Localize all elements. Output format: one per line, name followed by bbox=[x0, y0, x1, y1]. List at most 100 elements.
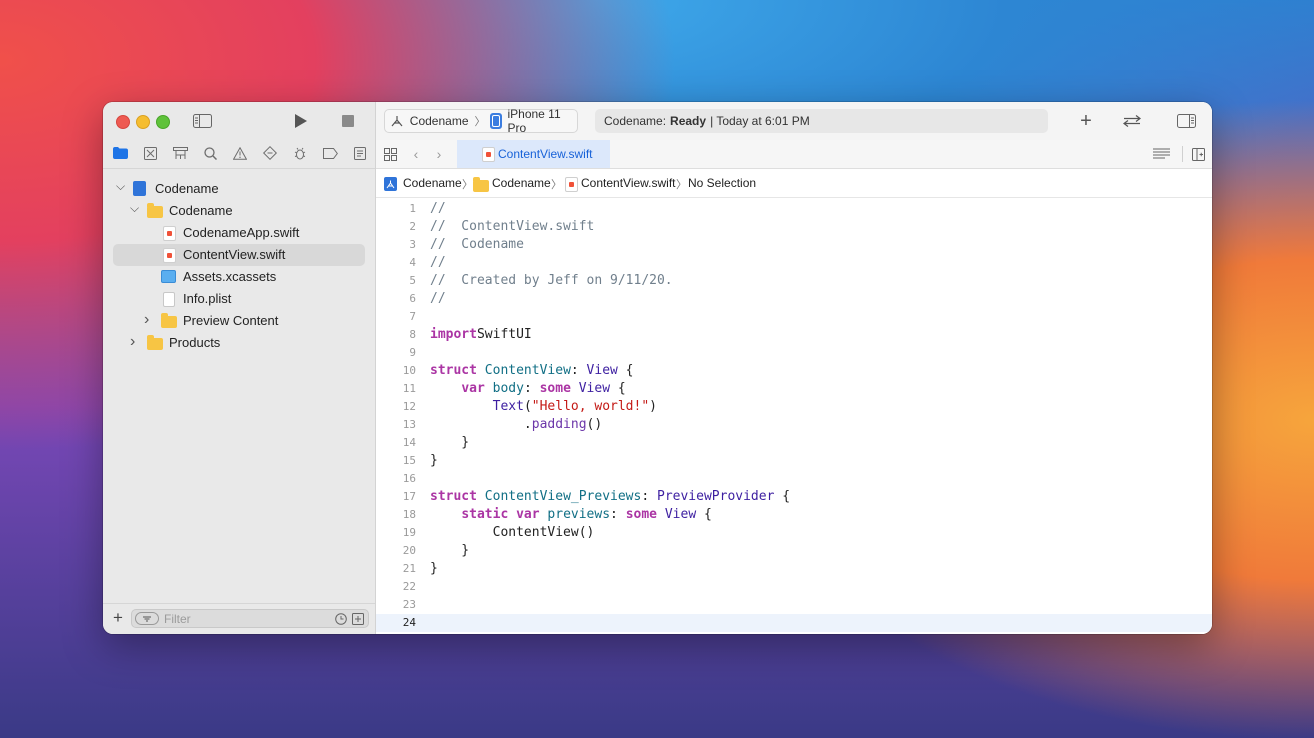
add-editor-icon[interactable] bbox=[1191, 147, 1205, 161]
code-text: } bbox=[430, 543, 470, 558]
line-number: 3 bbox=[409, 238, 416, 251]
code-line[interactable]: 5 // Created by Jeff on 9/11/20. bbox=[376, 272, 1212, 290]
close-button[interactable] bbox=[116, 115, 130, 129]
line-number: 21 bbox=[402, 562, 416, 575]
code-line[interactable]: 9 bbox=[376, 344, 1212, 362]
scheme-name: Codename bbox=[409, 114, 469, 128]
line-number: 8 bbox=[409, 328, 416, 341]
jump-bar-group[interactable]: Codename bbox=[492, 176, 551, 190]
scheme-icon bbox=[390, 115, 405, 128]
line-number: 19 bbox=[402, 526, 416, 539]
debug-navigator-icon[interactable] bbox=[292, 146, 308, 160]
line-number: 10 bbox=[402, 364, 416, 377]
jump-bar-project[interactable]: Codename bbox=[403, 176, 462, 190]
filter-options-icon[interactable] bbox=[135, 612, 159, 625]
code-text: struct ContentView_Previews: PreviewProv… bbox=[430, 489, 791, 504]
report-navigator-icon[interactable] bbox=[352, 146, 368, 160]
code-review-icon[interactable] bbox=[1121, 113, 1143, 129]
code-line[interactable]: 6 // bbox=[376, 290, 1212, 308]
breakpoint-navigator-icon[interactable] bbox=[322, 146, 338, 160]
xcode-window: ⌵ Codename ⌵ Codename CodenameApp.swift Conte… bbox=[103, 102, 1212, 634]
editor-options-icon[interactable] bbox=[1152, 147, 1170, 161]
asset-catalog-icon bbox=[161, 270, 176, 283]
forward-arrow-icon[interactable]: › bbox=[433, 146, 445, 162]
inspector-toggle-icon[interactable] bbox=[1176, 113, 1196, 129]
related-items-icon[interactable] bbox=[383, 147, 397, 161]
source-control-filter-icon[interactable] bbox=[351, 612, 364, 625]
line-number: 23 bbox=[402, 598, 416, 611]
folder-navigator-icon[interactable] bbox=[112, 146, 128, 160]
tree-item-assets[interactable]: Assets.xcassets bbox=[113, 266, 365, 288]
editor-area: Codename 〉 iPhone 11 Pro Codename: Ready… bbox=[376, 102, 1212, 634]
source-editor[interactable]: 1//2// ContentView.swift 3// Codename 4//5… bbox=[376, 198, 1212, 634]
code-line[interactable]: 16 bbox=[376, 470, 1212, 488]
code-line[interactable]: 24 bbox=[376, 614, 1212, 632]
code-text: .padding() bbox=[430, 417, 603, 432]
tree-item-project[interactable]: ⌵ Codename bbox=[113, 178, 365, 200]
back-arrow-icon[interactable]: ‹ bbox=[410, 146, 422, 162]
code-text: ContentView() bbox=[430, 525, 595, 540]
tree-item-label: Codename bbox=[155, 181, 219, 196]
line-number: 2 bbox=[409, 220, 416, 233]
tree-item-folder[interactable]: › Products bbox=[113, 332, 365, 354]
code-line[interactable]: 19 ContentView() bbox=[376, 524, 1212, 542]
tree-item-label: Info.plist bbox=[183, 291, 232, 306]
add-file-icon[interactable]: + bbox=[111, 608, 125, 627]
code-line[interactable]: 4 // bbox=[376, 254, 1212, 272]
recent-files-icon[interactable] bbox=[334, 612, 347, 625]
line-number: 5 bbox=[409, 274, 416, 287]
run-icon[interactable] bbox=[293, 112, 309, 130]
jump-bar-file[interactable]: ContentView.swift bbox=[581, 176, 676, 190]
chevron-down-icon[interactable]: ⌵ bbox=[116, 179, 125, 194]
code-line[interactable]: 8 importSwiftUI bbox=[376, 326, 1212, 344]
code-text: // ContentView.swift bbox=[430, 219, 595, 234]
code-line[interactable]: 23 bbox=[376, 596, 1212, 614]
find-icon[interactable] bbox=[202, 146, 218, 160]
tree-item-folder[interactable]: › Preview Content bbox=[113, 310, 365, 332]
source-control-icon[interactable] bbox=[142, 146, 158, 160]
code-line[interactable]: 18 static var previews: some View { bbox=[376, 506, 1212, 524]
tree-item-folder[interactable]: ⌵ Codename bbox=[113, 200, 365, 222]
symbol-navigator-icon[interactable] bbox=[172, 146, 188, 160]
code-line[interactable]: 13 .padding() bbox=[376, 416, 1212, 434]
code-text: // Created by Jeff on 9/11/20. bbox=[430, 273, 673, 288]
code-line[interactable]: 12 Text("Hello, world!") bbox=[376, 398, 1212, 416]
code-line[interactable]: 1 // bbox=[376, 200, 1212, 218]
code-line[interactable]: 11 var body: some View { bbox=[376, 380, 1212, 398]
chevron-right-icon[interactable]: › bbox=[144, 311, 149, 329]
code-line[interactable]: 2 // ContentView.swift bbox=[376, 218, 1212, 236]
filter-field[interactable]: Filter bbox=[131, 609, 369, 628]
line-number: 9 bbox=[409, 346, 416, 359]
tab-contentview-swift[interactable]: ContentView.swift bbox=[457, 140, 610, 168]
jump-bar: Codename 〉 Codename 〉 ContentView.swift … bbox=[376, 169, 1212, 198]
tree-item-swift[interactable]: ContentView.swift bbox=[113, 244, 365, 266]
tree-item-label: Products bbox=[169, 335, 221, 350]
scheme-selector[interactable]: Codename 〉 iPhone 11 Pro bbox=[384, 107, 578, 135]
tree-item-swift[interactable]: CodenameApp.swift bbox=[113, 222, 365, 244]
stop-icon[interactable] bbox=[341, 114, 355, 128]
code-line[interactable]: 14 } bbox=[376, 434, 1212, 452]
sidebar-toggle-icon[interactable] bbox=[192, 113, 212, 129]
tree-item-plist[interactable]: Info.plist bbox=[113, 288, 365, 310]
zoom-button[interactable] bbox=[156, 115, 170, 129]
chevron-down-icon[interactable]: ⌵ bbox=[130, 201, 139, 216]
minimize-button[interactable] bbox=[136, 115, 150, 129]
library-plus-icon[interactable]: + bbox=[1076, 110, 1096, 132]
code-line[interactable]: 15} bbox=[376, 452, 1212, 470]
folder-icon bbox=[147, 203, 163, 218]
tab-bar: ‹ › ContentView.swift bbox=[376, 140, 1212, 169]
code-line[interactable]: 10 struct ContentView: View { bbox=[376, 362, 1212, 380]
code-line[interactable]: 22 bbox=[376, 578, 1212, 596]
code-line[interactable]: 17 struct ContentView_Previews: PreviewPr… bbox=[376, 488, 1212, 506]
issue-navigator-icon[interactable] bbox=[232, 146, 248, 160]
code-line[interactable]: 3 // Codename bbox=[376, 236, 1212, 254]
code-line[interactable]: 7 bbox=[376, 308, 1212, 326]
chevron-right-icon[interactable]: › bbox=[130, 333, 135, 351]
line-number: 4 bbox=[409, 256, 416, 269]
test-navigator-icon[interactable] bbox=[262, 146, 278, 160]
code-line[interactable]: 21} bbox=[376, 560, 1212, 578]
jump-bar-symbol[interactable]: No Selection bbox=[688, 176, 756, 190]
code-line[interactable]: 20 } bbox=[376, 542, 1212, 560]
iphone-simulator-icon bbox=[489, 113, 503, 129]
navigator-sidebar: ⌵ Codename ⌵ Codename CodenameApp.swift Conte… bbox=[103, 102, 376, 634]
